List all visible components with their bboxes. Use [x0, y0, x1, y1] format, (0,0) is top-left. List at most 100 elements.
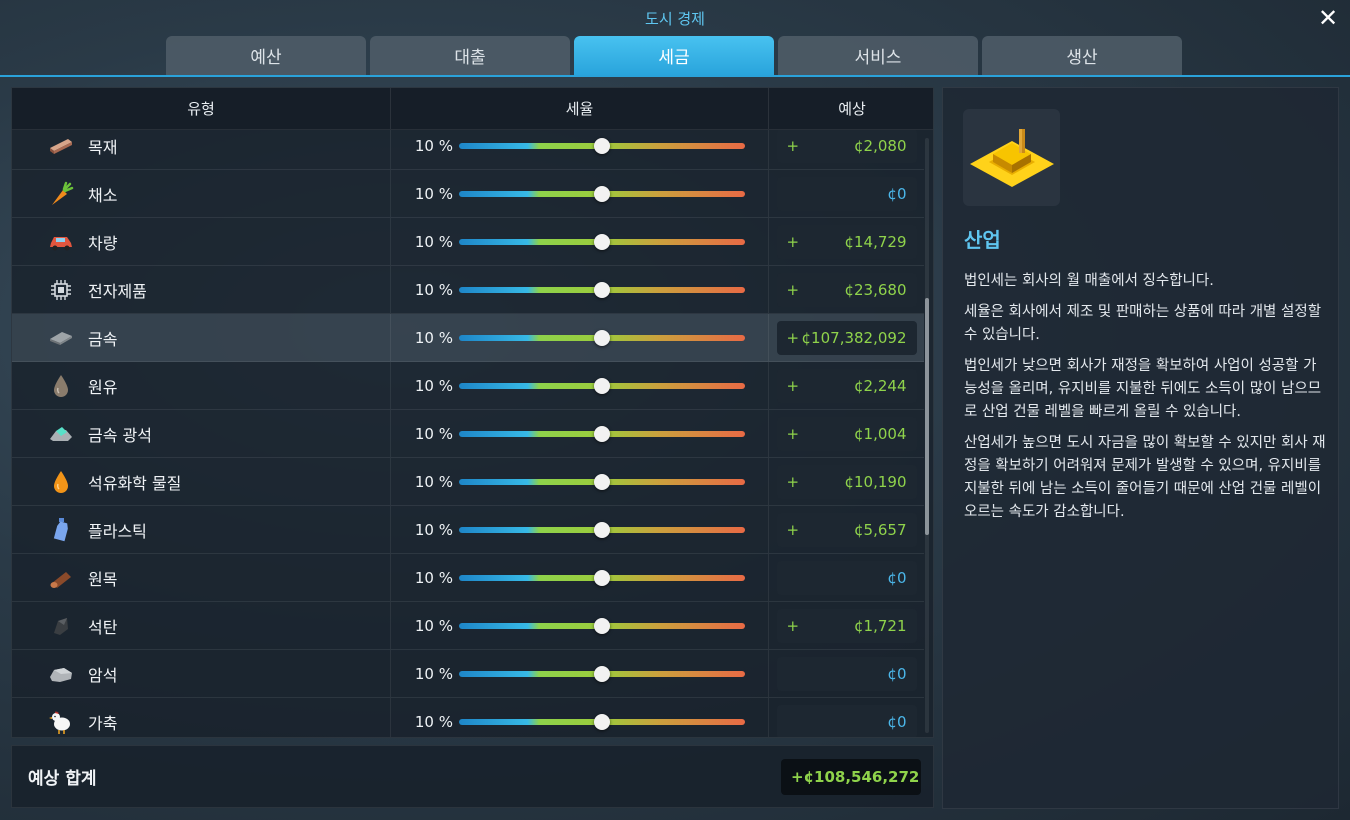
estimate-box: ¢0	[776, 176, 917, 211]
estimate-cell: + ¢2,244	[769, 362, 924, 409]
rate-cell: 10 %	[391, 218, 769, 265]
tax-rate-value: 10 %	[414, 712, 453, 731]
table-row[interactable]: 전자제품 10 % + ¢23,680	[12, 266, 924, 314]
tax-rate-slider[interactable]	[459, 617, 745, 634]
resource-name: 채소	[88, 185, 118, 205]
rate-cell: 10 %	[391, 650, 769, 697]
type-cell: 원목	[12, 554, 391, 601]
close-icon[interactable]: ✕	[1314, 4, 1342, 32]
tab-services[interactable]: 서비스	[778, 36, 978, 75]
slider-knob[interactable]	[594, 521, 610, 538]
type-cell: 석탄	[12, 602, 391, 649]
slider-knob[interactable]	[594, 617, 610, 634]
tax-rate-slider[interactable]	[459, 473, 745, 490]
tax-rate-value: 10 %	[414, 280, 453, 299]
table-row[interactable]: 금속 광석 10 % + ¢1,004	[12, 410, 924, 458]
lumber-icon	[47, 132, 75, 160]
tab-production[interactable]: 생산	[982, 36, 1182, 75]
tab-loans[interactable]: 대출	[370, 36, 570, 75]
table-row[interactable]: 차량 10 % + ¢14,729	[12, 218, 924, 266]
table-row[interactable]: 플라스틱 10 % + ¢5,657	[12, 506, 924, 554]
resource-name: 차량	[88, 233, 118, 253]
resource-name: 석탄	[88, 617, 118, 637]
estimate-box: + ¢1,721	[776, 608, 917, 643]
tab-bar: 예산 대출 세금 서비스 생산	[166, 36, 1182, 75]
rate-cell: 10 %	[391, 410, 769, 457]
scrollbar-thumb[interactable]	[925, 298, 929, 535]
estimate-box: ¢0	[776, 656, 917, 691]
slider-knob[interactable]	[594, 425, 610, 442]
tax-rate-slider[interactable]	[459, 281, 745, 298]
total-label: 예상 합계	[28, 769, 97, 789]
table-row[interactable]: 채소 10 % ¢0	[12, 170, 924, 218]
ore-icon	[47, 420, 75, 448]
tax-rate-value: 10 %	[414, 664, 453, 683]
resource-name: 플라스틱	[88, 521, 147, 541]
tax-rate-value: 10 %	[414, 520, 453, 539]
tax-rate-slider[interactable]	[459, 329, 745, 346]
estimate-value: ¢5,657	[854, 520, 907, 539]
estimate-cell: + ¢1,004	[769, 410, 924, 457]
log-icon	[47, 564, 75, 592]
type-cell: 채소	[12, 170, 391, 217]
tax-rate-slider[interactable]	[459, 521, 745, 538]
tab-taxes[interactable]: 세금	[574, 36, 774, 75]
estimate-cell: ¢0	[769, 698, 924, 737]
table-row[interactable]: 암석 10 % ¢0	[12, 650, 924, 698]
slider-knob[interactable]	[594, 233, 610, 250]
table-row[interactable]: 금속 10 % + ¢107,382,092	[12, 314, 924, 362]
table-row[interactable]: 원유 10 % + ¢2,244	[12, 362, 924, 410]
tax-rate-slider[interactable]	[459, 137, 745, 154]
type-cell: 가축	[12, 698, 391, 737]
estimate-cell: ¢0	[769, 170, 924, 217]
tax-rate-value: 10 %	[414, 136, 453, 155]
tax-rate-slider[interactable]	[459, 665, 745, 682]
type-cell: 금속	[12, 314, 391, 361]
resource-name: 암석	[88, 665, 118, 685]
estimate-value: ¢0	[887, 568, 907, 587]
estimate-value: ¢1,721	[854, 616, 907, 635]
tax-rate-slider[interactable]	[459, 713, 745, 730]
table-row[interactable]: 가축 10 % ¢0	[12, 698, 924, 737]
slider-knob[interactable]	[594, 281, 610, 298]
tax-rate-slider[interactable]	[459, 425, 745, 442]
table-row[interactable]: 석탄 10 % + ¢1,721	[12, 602, 924, 650]
info-paragraph: 산업세가 높으면 도시 자금을 많이 확보할 수 있지만 회사 재정을 확보하기…	[964, 435, 1326, 520]
chicken-icon	[47, 708, 75, 736]
carrot-icon	[47, 180, 75, 208]
slider-knob[interactable]	[594, 377, 610, 394]
scrollbar[interactable]	[925, 138, 929, 733]
slider-knob[interactable]	[594, 137, 610, 154]
table-row[interactable]: 원목 10 % ¢0	[12, 554, 924, 602]
type-cell: 차량	[12, 218, 391, 265]
tax-rate-slider[interactable]	[459, 185, 745, 202]
type-cell: 목재	[12, 130, 391, 169]
table-row[interactable]: 석유화학 물질 10 % + ¢10,190	[12, 458, 924, 506]
slider-knob[interactable]	[594, 665, 610, 682]
resource-name: 석유화학 물질	[88, 473, 182, 493]
estimate-value: ¢10,190	[844, 472, 907, 491]
resource-name: 가축	[88, 713, 118, 733]
tab-budget[interactable]: 예산	[166, 36, 366, 75]
tab-underline	[0, 75, 1350, 77]
rate-cell: 10 %	[391, 458, 769, 505]
estimate-box: + ¢14,729	[776, 224, 917, 259]
estimate-sign: +	[786, 376, 800, 395]
rate-cell: 10 %	[391, 130, 769, 169]
slider-knob[interactable]	[594, 473, 610, 490]
slider-knob[interactable]	[594, 185, 610, 202]
header-estimate: 예상	[838, 100, 866, 118]
slider-knob[interactable]	[594, 329, 610, 346]
estimate-sign: +	[786, 616, 800, 635]
tax-rate-value: 10 %	[414, 472, 453, 491]
tax-rate-slider[interactable]	[459, 233, 745, 250]
slider-knob[interactable]	[594, 713, 610, 730]
rate-cell: 10 %	[391, 362, 769, 409]
oil-drop-icon	[47, 372, 75, 400]
slider-knob[interactable]	[594, 569, 610, 586]
tax-rate-slider[interactable]	[459, 377, 745, 394]
estimate-sign: +	[786, 472, 800, 491]
total-panel: 예상 합계 + ¢108,546,272	[11, 745, 934, 808]
table-row[interactable]: 목재 10 % + ¢2,080	[12, 130, 924, 170]
tax-rate-slider[interactable]	[459, 569, 745, 586]
